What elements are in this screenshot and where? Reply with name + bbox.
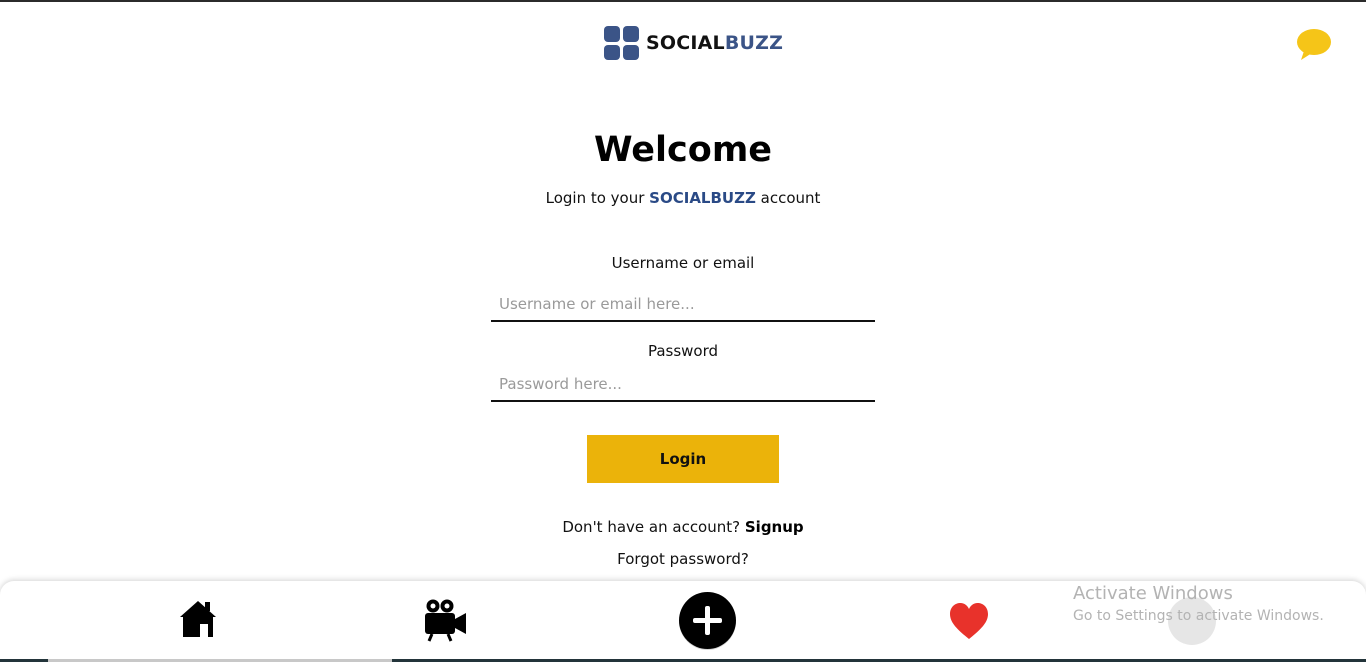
brand-name-secondary: BUZZ <box>724 32 784 54</box>
signup-prompt: Don't have an account? Signup <box>0 518 1366 536</box>
brand-name-primary: SOCIAL <box>646 32 725 54</box>
video-camera-icon <box>425 599 466 642</box>
forgot-password-link[interactable]: Forgot password? <box>617 550 749 568</box>
heart-icon <box>950 603 988 639</box>
username-label: Username or email <box>611 254 755 272</box>
page-title: Welcome <box>593 130 773 170</box>
chat-bubble-icon <box>1297 29 1331 60</box>
activation-watermark-title: Activate Windows <box>1073 583 1233 604</box>
home-icon <box>180 601 216 637</box>
top-border <box>0 0 1366 2</box>
nav-add-button[interactable] <box>678 591 737 650</box>
signup-link[interactable]: Signup <box>745 518 804 536</box>
forgot-password-row: Forgot password? <box>0 550 1366 568</box>
nav-favorites-button[interactable] <box>948 601 990 641</box>
username-input[interactable] <box>491 288 875 322</box>
activation-watermark-subtitle: Go to Settings to activate Windows. <box>1073 608 1324 624</box>
brand-name: SOCIALBUZZ <box>646 32 783 54</box>
login-button[interactable]: Login <box>587 435 779 483</box>
password-input[interactable] <box>491 368 875 402</box>
subtitle-brand: SOCIALBUZZ <box>649 189 756 207</box>
password-label: Password <box>647 342 719 360</box>
brand-logo-link[interactable]: SOCIALBUZZ <box>604 26 783 60</box>
login-subtitle: Login to your SOCIALBUZZ account <box>0 189 1366 207</box>
nav-home-button[interactable] <box>178 599 218 639</box>
subtitle-suffix: account <box>755 189 821 207</box>
no-account-text: Don't have an account? <box>562 518 745 536</box>
nav-video-button[interactable] <box>423 598 467 642</box>
chat-button[interactable] <box>1296 27 1332 61</box>
plus-circle-icon <box>679 592 736 650</box>
grid-logo-icon <box>604 26 639 60</box>
subtitle-prefix: Login to your <box>545 189 650 207</box>
